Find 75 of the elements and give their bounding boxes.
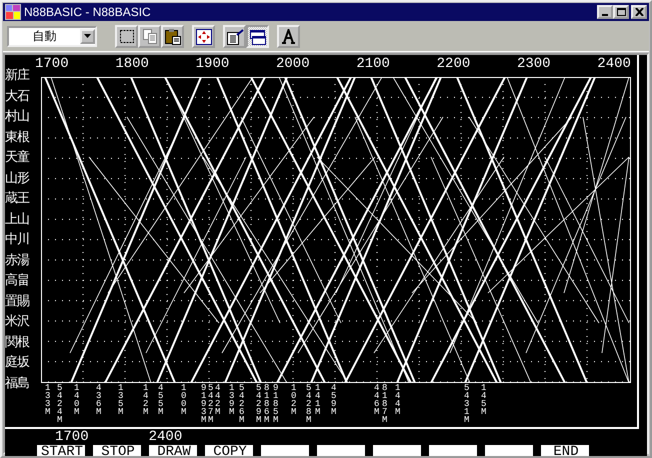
train-number: 459M [331,384,336,416]
station-label: 山形 [5,172,30,186]
time-label: 2200 [436,56,470,73]
time-label: 2100 [356,56,390,73]
time-label: 1700 [35,56,69,73]
document-icon [225,26,244,46]
train-number: 8186M [264,384,270,424]
train-number: 9193M [201,384,206,424]
toolbar-button[interactable] [223,24,246,48]
train-number: 5426M [239,384,244,424]
train-number: 140M [74,384,80,416]
train-number: 141M [315,384,320,416]
train-number: 135M [118,384,124,416]
train-number: 5429M [256,384,262,424]
toolbar-button[interactable] [246,24,269,48]
train-number: 5428M [306,384,312,424]
train-number: 9185M [273,384,278,424]
station-label: 村山 [5,110,30,124]
function-key[interactable]: COPY [205,445,253,456]
time-label: 2300 [516,56,551,73]
train-number: 8187M [382,384,388,424]
function-key[interactable]: END [541,445,589,456]
train-number: 100M [181,384,186,416]
arrows-icon [194,26,213,46]
time-label: 1900 [196,56,230,73]
station-label: 中川 [5,233,30,248]
train-number: 5427M [208,384,214,424]
station-label: 上山 [5,212,30,227]
function-key[interactable]: DRAW [149,445,197,456]
train-number: 133M [45,384,50,416]
train-number: 142M [143,384,148,416]
train-number: 446M [374,384,380,416]
time-label: 1800 [115,56,149,73]
train-number: 144M [395,384,400,416]
train-number: 5431M [464,384,470,424]
station-label: 庭坂 [5,356,30,370]
app-icon[interactable] [5,4,21,20]
train-number: 102M [291,384,296,416]
maximize-icon [616,8,626,16]
station-label: 蔵王 [5,192,30,206]
station-label: 天童 [5,151,30,166]
station-label: 米沢 [5,315,30,330]
station-label: 高畠 [5,274,30,288]
toolbar-button[interactable] [277,24,300,48]
letter-icon [281,28,296,44]
train-number: 436M [96,384,102,416]
train-number: 5424M [57,384,62,424]
train-number: 442M [215,384,220,416]
window-title: N88BASIC - N88BASIC [24,5,152,19]
station-label: 置賜 [5,294,30,309]
minimize-button[interactable] [597,5,613,19]
toolbar-button[interactable] [192,24,215,48]
station-label: 東根 [5,130,30,145]
station-label: 新庄 [5,69,30,83]
toolbar-button[interactable] [115,24,138,48]
station-label: 関根 [5,336,30,350]
close-icon [634,8,644,16]
mode-dropdown[interactable]: 自動 [7,26,97,46]
toolbar-button[interactable] [161,24,184,48]
close-button[interactable] [631,5,647,19]
maximize-button[interactable] [613,5,629,19]
end-time: 2400 [148,431,182,444]
function-key[interactable]: START [37,445,85,456]
train-number: 455M [158,384,164,416]
paste-icon [163,26,182,46]
train-number: 145M [481,384,486,416]
station-label: 福島 [5,376,30,391]
station-label: 大石 [5,90,30,104]
copy-icon [140,26,159,46]
time-label: 2400 [597,56,631,73]
station-label: 赤湯 [5,254,30,268]
time-label: 2000 [276,56,310,73]
train-number: 139M [229,384,234,416]
start-time: 1700 [55,431,89,444]
function-key[interactable]: STOP [93,445,141,456]
